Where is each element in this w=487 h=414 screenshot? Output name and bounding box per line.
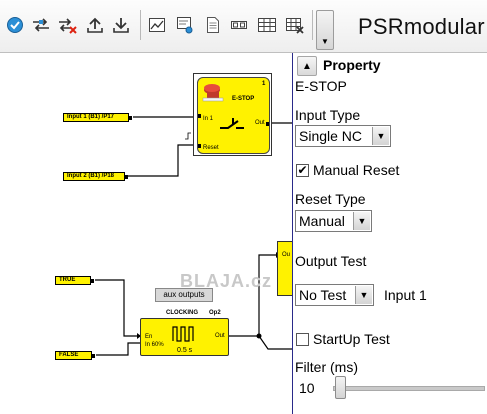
- filter-slider-track[interactable]: [333, 386, 485, 391]
- clocking-block[interactable]: CLOCKING Op2 En In 60% Out 0.5 s: [140, 310, 229, 356]
- estop-number: 1: [262, 81, 266, 87]
- block-name: E-STOP: [295, 78, 347, 94]
- true-label: TRUE: [59, 277, 76, 283]
- property-panel: ▲ Property E-STOP Input Type Single NC ▼…: [293, 53, 487, 414]
- table-delete-icon[interactable]: [284, 14, 306, 36]
- estop-pin-in1: In 1: [203, 116, 214, 122]
- graph-icon[interactable]: [146, 14, 168, 36]
- toolbar: ▼ PSRmodular: [0, 0, 487, 53]
- toolbar-overflow-button[interactable]: ▼: [316, 10, 334, 50]
- input-type-value: Single NC: [299, 128, 363, 144]
- false-tag[interactable]: FALSE: [55, 351, 95, 360]
- reset-type-value: Manual: [299, 213, 345, 229]
- filter-value: 10: [299, 380, 315, 396]
- filter-label: Filter (ms): [295, 359, 358, 375]
- clocking-op: Op2: [209, 310, 221, 316]
- clock-waveform-icon: [172, 326, 194, 342]
- estop-pin-out: Out: [255, 120, 265, 126]
- output-test-input: Input 1: [384, 287, 427, 303]
- clocking-title: CLOCKING: [166, 310, 198, 316]
- startup-test-label: StartUp Test: [313, 331, 390, 347]
- check-circle-icon[interactable]: [4, 14, 26, 36]
- manual-reset-checkbox[interactable]: ✔: [296, 164, 309, 177]
- startup-test-checkbox[interactable]: [296, 333, 309, 346]
- aux-outputs-button[interactable]: aux outputs: [155, 288, 213, 302]
- output-block-partial[interactable]: Ou: [277, 241, 292, 296]
- estop-title: E-STOP: [232, 96, 255, 102]
- toolbar-separator: [140, 10, 141, 40]
- clocking-pin-en: En: [145, 334, 153, 340]
- false-label: FALSE: [59, 352, 79, 358]
- reset-type-label: Reset Type: [295, 191, 366, 207]
- monitor-icon[interactable]: [174, 14, 196, 36]
- table-icon[interactable]: [256, 14, 278, 36]
- input-1-label: Input 1 (B1) /P17: [67, 114, 115, 120]
- filter-slider-thumb[interactable]: [335, 376, 346, 399]
- logic-canvas[interactable]: Input 1 (B1) /P17 Input 2 (B1) /P18 E-ST…: [0, 53, 292, 414]
- manual-reset-label: Manual Reset: [313, 162, 400, 178]
- input-2-label: Input 2 (B1) /P18: [67, 173, 115, 179]
- clocking-pin-out: Out: [215, 333, 225, 339]
- document-icon[interactable]: [202, 14, 224, 36]
- brand-logo: PSRmodular: [358, 14, 485, 39]
- input-type-select[interactable]: Single NC ▼: [295, 125, 391, 147]
- input-1-tag[interactable]: Input 1 (B1) /P17: [63, 113, 132, 122]
- estop-pin-reset: Reset: [203, 145, 219, 151]
- toolbar-separator: [312, 10, 313, 40]
- chevron-up-icon: ▲: [302, 60, 312, 72]
- chevron-down-icon: ▼: [321, 37, 329, 46]
- estop-block-body: E-STOP 1 In 1 Reset Out: [197, 77, 270, 154]
- upload-icon[interactable]: [84, 14, 106, 36]
- output-test-label: Output Test: [295, 253, 367, 269]
- chevron-down-icon: ▼: [372, 127, 389, 145]
- property-header: ▲ Property: [293, 53, 487, 78]
- transfer-delete-icon[interactable]: [56, 14, 78, 36]
- output-test-select[interactable]: No Test ▼: [295, 284, 374, 306]
- reset-type-select[interactable]: Manual ▼: [295, 210, 372, 232]
- true-tag[interactable]: TRUE: [55, 276, 94, 285]
- chevron-down-icon: ▼: [355, 286, 372, 304]
- glasses-icon[interactable]: [228, 14, 250, 36]
- clocking-time: 0.5 s: [177, 347, 193, 354]
- input-type-label: Input Type: [295, 107, 361, 123]
- property-title: Property: [323, 57, 381, 73]
- download-icon[interactable]: [110, 14, 132, 36]
- input-2-tag[interactable]: Input 2 (B1) /P18: [63, 172, 128, 181]
- collapse-button[interactable]: ▲: [297, 56, 317, 76]
- chevron-down-icon: ▼: [353, 212, 370, 230]
- transfer-icon[interactable]: [30, 14, 52, 36]
- output-test-value: No Test: [299, 287, 347, 303]
- estop-block[interactable]: E-STOP 1 In 1 Reset Out: [193, 73, 272, 156]
- output-block-pin: Ou: [282, 252, 291, 258]
- clocking-pin-in: In 60%: [145, 342, 164, 348]
